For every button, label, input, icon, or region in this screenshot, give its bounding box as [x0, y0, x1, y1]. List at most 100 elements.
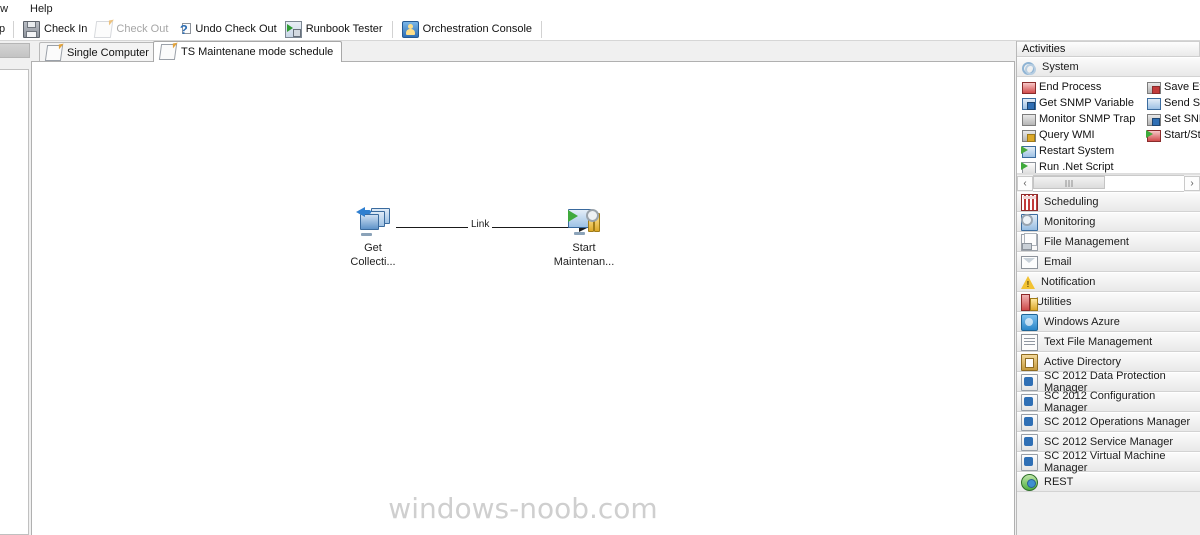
- activity-node-get-collection-line1: Get: [364, 242, 382, 254]
- activity-group-windows-azure[interactable]: Windows Azure: [1017, 312, 1200, 332]
- activity-group-monitoring-label: Monitoring: [1044, 216, 1096, 228]
- envelope-icon: [1021, 256, 1038, 269]
- activity-group-opsmgr-label: SC 2012 Operations Manager: [1044, 416, 1191, 428]
- menu-item-help[interactable]: Help: [26, 2, 57, 16]
- activity-node-start-maintenance-line1: Start: [572, 242, 596, 254]
- runbook-tester-icon: [284, 20, 302, 38]
- activity-group-utilities[interactable]: Utilities: [1017, 292, 1200, 312]
- system-activity-column-2: Save Ev Send SN Set SNM Start/St: [1146, 79, 1200, 143]
- activity-group-dpm[interactable]: SC 2012 Data Protection Manager: [1017, 370, 1200, 394]
- activity-group-rest-label: REST: [1044, 476, 1074, 488]
- runbook-tester-button[interactable]: Runbook Tester: [281, 19, 387, 39]
- gears-icon: [1021, 60, 1036, 75]
- activity-group-vmm[interactable]: SC 2012 Virtual Machine Manager: [1017, 450, 1200, 474]
- system-activity-list[interactable]: End Process Get SNMP Variable Monitor SN…: [1017, 77, 1200, 174]
- activity-group-system[interactable]: System: [1017, 57, 1200, 77]
- activity-group-rest[interactable]: REST: [1017, 472, 1200, 492]
- menu-item-view[interactable]: ew: [0, 2, 12, 16]
- undo-check-out-button[interactable]: ? Undo Check Out: [172, 19, 280, 39]
- runbook-icon: [44, 44, 64, 61]
- activity-item-restart-system[interactable]: Restart System: [1021, 143, 1139, 159]
- activity-group-servicemgr[interactable]: SC 2012 Service Manager: [1017, 432, 1200, 452]
- activity-item-save-event-log[interactable]: Save Ev: [1146, 79, 1200, 95]
- activity-node-get-collection[interactable]: Get Collecti...: [325, 207, 421, 269]
- activity-item-get-snmp-variable[interactable]: Get SNMP Variable: [1021, 95, 1139, 111]
- tab-strip: Single Computer TS Maintenane mode sched…: [31, 41, 1015, 62]
- activity-item-query-wmi[interactable]: Query WMI: [1021, 127, 1139, 143]
- system-activity-column-1: End Process Get SNMP Variable Monitor SN…: [1021, 79, 1139, 173]
- toolbar-separator-3: [541, 20, 543, 38]
- activity-group-scheduling-label: Scheduling: [1044, 196, 1099, 208]
- set-snmp-variable-icon: [1146, 112, 1161, 126]
- orchestration-console-button[interactable]: Orchestration Console: [398, 19, 536, 39]
- activity-group-configmgr[interactable]: SC 2012 Configuration Manager: [1017, 390, 1200, 414]
- files-icon: [1021, 232, 1038, 251]
- left-panel-header: [0, 43, 30, 58]
- activity-group-file-management[interactable]: File Management: [1017, 232, 1200, 252]
- scroll-right-arrow-icon[interactable]: ›: [1184, 176, 1200, 191]
- left-panel-stub: [0, 41, 30, 535]
- orchestration-console-icon: [401, 20, 419, 38]
- azure-icon: [1021, 313, 1038, 331]
- toolbar-separator: [13, 20, 14, 38]
- check-out-button[interactable]: Check Out: [91, 19, 172, 39]
- toolbar: p Check In Check Out ? Undo Check Out Ru…: [0, 18, 1200, 41]
- run-net-script-icon: [1021, 160, 1036, 173]
- monitor-snmp-trap-icon: [1021, 112, 1036, 126]
- activity-group-vmm-label: SC 2012 Virtual Machine Manager: [1044, 450, 1166, 474]
- scrollbar-thumb[interactable]: [1033, 176, 1106, 189]
- toolbar-separator-2: [391, 20, 393, 38]
- activity-item-send-snmp-trap[interactable]: Send SN: [1146, 95, 1200, 111]
- activity-item-run-net-script[interactable]: Run .Net Script: [1021, 159, 1139, 173]
- activity-group-monitoring[interactable]: Monitoring: [1017, 212, 1200, 232]
- activity-group-email[interactable]: Email: [1017, 252, 1200, 272]
- dpm-icon: [1021, 373, 1038, 391]
- activity-item-end-process[interactable]: End Process: [1021, 79, 1139, 95]
- activity-node-start-maintenance[interactable]: Start Maintenan...: [536, 207, 632, 269]
- check-in-button[interactable]: Check In: [19, 19, 91, 39]
- activity-item-set-snmp-variable[interactable]: Set SNM: [1146, 111, 1200, 127]
- activity-item-monitor-snmp-trap-label: Monitor SNMP Trap: [1039, 113, 1136, 125]
- tab-ts-maintenance-mode-schedule[interactable]: TS Maintenane mode schedule: [153, 41, 343, 62]
- activity-group-notification-label: Notification: [1041, 276, 1096, 288]
- activity-group-system-label: System: [1042, 61, 1079, 73]
- activity-group-servicemgr-label: SC 2012 Service Manager: [1044, 436, 1174, 448]
- activity-group-active-directory[interactable]: Active Directory: [1017, 352, 1200, 372]
- activities-pane-title: Activities: [1017, 41, 1200, 57]
- send-snmp-trap-icon: [1146, 96, 1161, 110]
- runbook-tester-label: Runbook Tester: [305, 23, 383, 35]
- tab-single-computer[interactable]: Single Computer: [39, 42, 158, 62]
- activity-node-start-maintenance-line2: Maintenan...: [553, 256, 615, 268]
- activity-item-restart-system-label: Restart System: [1039, 145, 1115, 157]
- undo-icon: ?: [176, 22, 192, 37]
- activity-item-start-stop-service[interactable]: Start/St: [1146, 127, 1200, 143]
- undo-check-out-label: Undo Check Out: [195, 23, 277, 35]
- scrollbar-track[interactable]: [1033, 175, 1184, 192]
- activity-group-windows-azure-label: Windows Azure: [1044, 316, 1120, 328]
- text-file-icon: [1021, 333, 1038, 351]
- start-maintenance-mode-icon: [567, 207, 601, 237]
- runbook-design-canvas[interactable]: Get Collecti... Link Start Maintenan... …: [31, 61, 1015, 535]
- left-panel-body[interactable]: [0, 69, 29, 535]
- activity-group-notification[interactable]: Notification: [1017, 272, 1200, 292]
- activity-group-text-file-management-label: Text File Management: [1044, 336, 1153, 348]
- system-list-horizontal-scrollbar[interactable]: ‹ ›: [1017, 174, 1200, 192]
- activity-group-opsmgr[interactable]: SC 2012 Operations Manager: [1017, 412, 1200, 432]
- orchestrator-runbook-designer-window: ew Help p Check In Check Out ? Undo Chec…: [0, 0, 1200, 535]
- start-stop-service-icon: [1146, 128, 1161, 142]
- runbook-icon: [158, 44, 178, 60]
- calendar-icon: [1021, 193, 1038, 211]
- activity-item-monitor-snmp-trap[interactable]: Monitor SNMP Trap: [1021, 111, 1139, 127]
- activity-group-text-file-management[interactable]: Text File Management: [1017, 332, 1200, 352]
- scroll-left-arrow-icon[interactable]: ‹: [1017, 176, 1033, 191]
- activity-group-scheduling[interactable]: Scheduling: [1017, 192, 1200, 212]
- activity-item-query-wmi-label: Query WMI: [1039, 129, 1095, 141]
- activity-group-utilities-label: Utilities: [1036, 296, 1072, 308]
- check-out-label: Check Out: [116, 23, 169, 35]
- tab-single-computer-label: Single Computer: [67, 46, 149, 59]
- get-snmp-variable-icon: [1021, 96, 1036, 110]
- utilities-icon: [1021, 293, 1038, 311]
- get-collection-members-icon: [356, 207, 390, 237]
- end-process-icon: [1021, 80, 1036, 94]
- activity-item-start-stop-service-label: Start/St: [1164, 129, 1200, 141]
